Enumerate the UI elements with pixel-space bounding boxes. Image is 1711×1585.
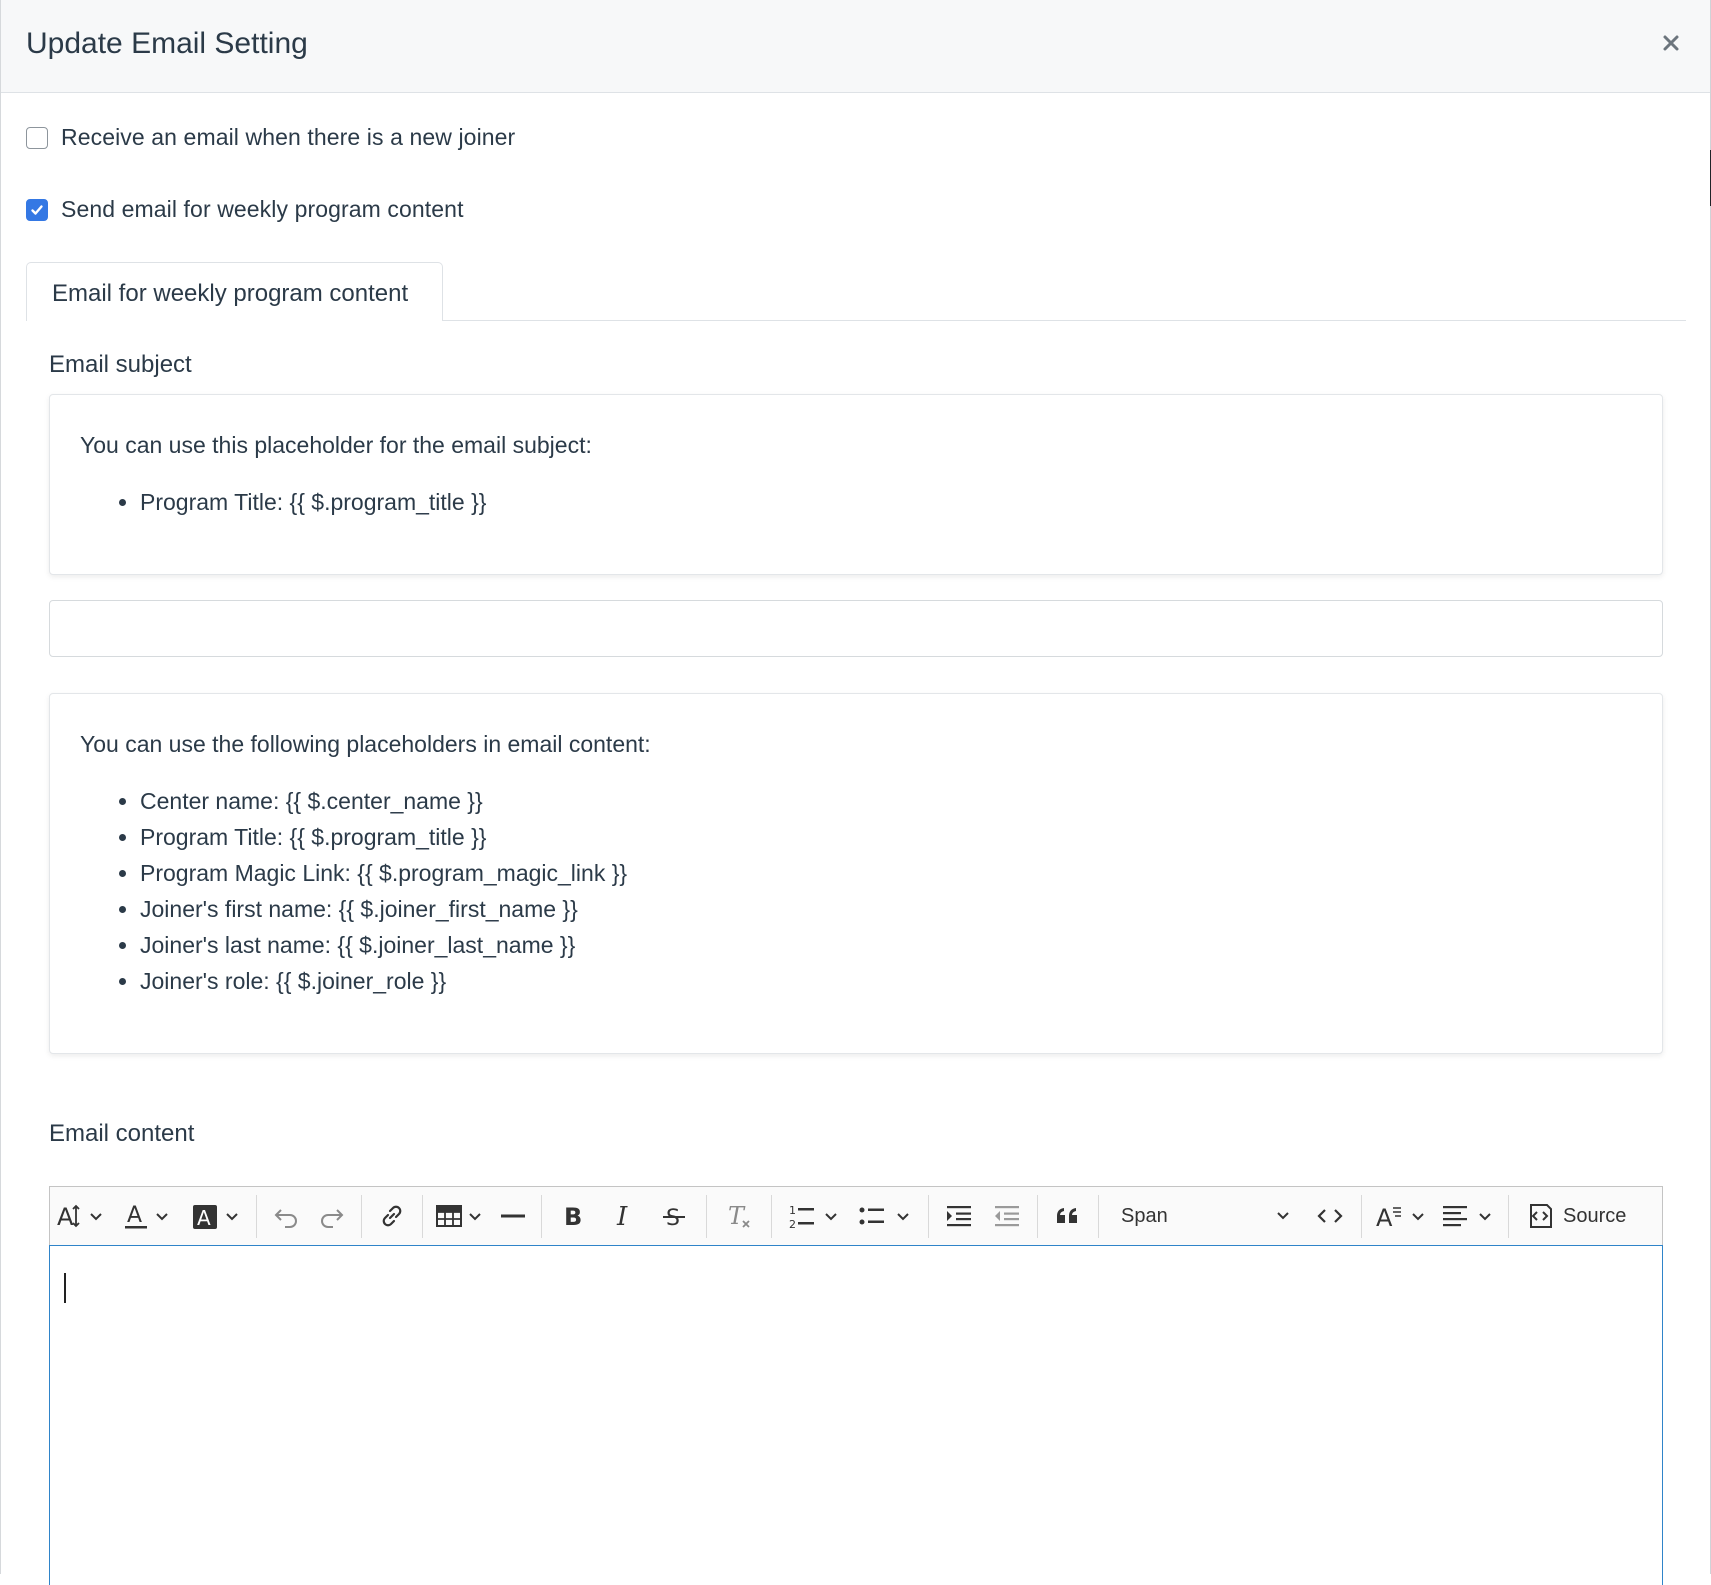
weekly-content-setting[interactable]: Send email for weekly program content bbox=[26, 196, 464, 223]
modal-title: Update Email Setting bbox=[26, 27, 308, 60]
indent-button[interactable] bbox=[935, 1187, 983, 1245]
link-button[interactable] bbox=[368, 1187, 416, 1245]
update-email-setting-modal: Update Email Setting Receive an email wh… bbox=[0, 0, 1710, 1585]
font-size-dropdown[interactable]: A bbox=[50, 1187, 110, 1245]
source-icon bbox=[1530, 1204, 1552, 1228]
editor-toolbar: A A A B I S T 1 2 Span A Source bbox=[49, 1186, 1663, 1245]
toolbar-separator bbox=[256, 1194, 257, 1238]
close-button[interactable] bbox=[1656, 28, 1686, 58]
weekly-content-checkbox[interactable] bbox=[26, 198, 48, 221]
content-placeholder-list: Center name: {{ $.center_name }} Program… bbox=[80, 783, 627, 999]
list-item: Program Title: {{ $.program_title }} bbox=[140, 819, 627, 855]
outdent-icon bbox=[995, 1206, 1019, 1227]
bulleted-list-icon bbox=[859, 1207, 909, 1225]
code-icon bbox=[1317, 1209, 1343, 1223]
alignment-dropdown[interactable] bbox=[1434, 1187, 1502, 1245]
tab-label: Email for weekly program content bbox=[52, 280, 409, 307]
toolbar-separator bbox=[1037, 1194, 1038, 1238]
tab-weekly-content[interactable]: Email for weekly program content bbox=[26, 262, 443, 321]
indent-icon bbox=[947, 1206, 971, 1227]
subject-placeholder-list: Program Title: {{ $.program_title }} bbox=[80, 484, 486, 520]
toolbar-separator bbox=[422, 1194, 423, 1238]
horizontal-line-button[interactable] bbox=[491, 1187, 535, 1245]
text-caret bbox=[64, 1273, 66, 1303]
svg-text:B: B bbox=[564, 1203, 582, 1231]
outdent-button[interactable] bbox=[983, 1187, 1031, 1245]
table-icon bbox=[436, 1205, 481, 1227]
modal-header: Update Email Setting bbox=[1, 0, 1710, 93]
chevron-down-icon bbox=[1277, 1212, 1289, 1220]
horizontal-line-icon bbox=[501, 1214, 525, 1218]
list-item: Program Title: {{ $.program_title }} bbox=[140, 484, 486, 520]
subject-placeholder-help: You can use this placeholder for the ema… bbox=[49, 394, 1663, 575]
content-placeholder-help: You can use the following placeholders i… bbox=[49, 693, 1663, 1054]
link-icon bbox=[382, 1205, 402, 1227]
redo-icon bbox=[321, 1209, 344, 1228]
code-button[interactable] bbox=[1305, 1187, 1355, 1245]
toolbar-separator bbox=[1098, 1194, 1099, 1238]
email-subject-label: Email subject bbox=[49, 351, 192, 378]
block-quote-icon bbox=[1057, 1208, 1077, 1223]
undo-icon bbox=[274, 1209, 297, 1228]
close-icon bbox=[1663, 35, 1679, 51]
svg-text:A: A bbox=[127, 1203, 142, 1228]
email-content-editor[interactable] bbox=[49, 1245, 1663, 1585]
font-background-color-dropdown[interactable]: A bbox=[180, 1187, 250, 1245]
svg-text:A: A bbox=[197, 1206, 211, 1230]
toolbar-separator bbox=[706, 1194, 707, 1238]
svg-text:A: A bbox=[1376, 1204, 1393, 1231]
subject-help-intro: You can use this placeholder for the ema… bbox=[80, 432, 592, 458]
list-item: Center name: {{ $.center_name }} bbox=[140, 783, 627, 819]
toolbar-separator bbox=[541, 1194, 542, 1238]
content-help-intro: You can use the following placeholders i… bbox=[80, 731, 651, 757]
remove-format-button[interactable]: T bbox=[713, 1187, 765, 1245]
font-size-icon: A bbox=[57, 1203, 102, 1231]
insert-table-dropdown[interactable] bbox=[429, 1187, 491, 1245]
block-quote-button[interactable] bbox=[1044, 1187, 1092, 1245]
undo-button[interactable] bbox=[263, 1187, 309, 1245]
toolbar-separator bbox=[771, 1194, 772, 1238]
list-item: Joiner's role: {{ $.joiner_role }} bbox=[140, 963, 627, 999]
email-subject-input[interactable] bbox=[49, 600, 1663, 657]
svg-text:S: S bbox=[666, 1206, 680, 1231]
bold-button[interactable]: B bbox=[548, 1187, 598, 1245]
font-color-icon: A bbox=[125, 1203, 168, 1229]
weekly-content-label: Send email for weekly program content bbox=[61, 196, 464, 222]
remove-format-icon: T bbox=[728, 1202, 750, 1230]
font-family-dropdown[interactable]: A bbox=[1368, 1187, 1434, 1245]
numbered-list-icon: 1 2 bbox=[789, 1204, 837, 1231]
bulleted-list-dropdown[interactable] bbox=[848, 1187, 922, 1245]
new-joiner-setting[interactable]: Receive an email when there is a new joi… bbox=[26, 124, 515, 151]
style-select-value: Span bbox=[1121, 1204, 1168, 1227]
list-item: Joiner's last name: {{ $.joiner_last_nam… bbox=[140, 927, 627, 963]
svg-text:2: 2 bbox=[789, 1218, 796, 1231]
italic-button[interactable]: I bbox=[598, 1187, 648, 1245]
font-background-color-icon: A bbox=[193, 1205, 238, 1230]
list-item: Program Magic Link: {{ $.program_magic_l… bbox=[140, 855, 627, 891]
new-joiner-checkbox[interactable] bbox=[26, 126, 48, 149]
toolbar-separator bbox=[1508, 1194, 1509, 1238]
toolbar-separator bbox=[928, 1194, 929, 1238]
strikethrough-icon: S bbox=[663, 1206, 685, 1231]
svg-text:A: A bbox=[57, 1203, 74, 1231]
svg-text:I: I bbox=[616, 1202, 628, 1231]
list-item: Joiner's first name: {{ $.joiner_first_n… bbox=[140, 891, 627, 927]
font-family-icon: A bbox=[1376, 1204, 1424, 1231]
bold-icon: B bbox=[564, 1203, 582, 1231]
toolbar-separator bbox=[361, 1194, 362, 1238]
email-content-label: Email content bbox=[49, 1120, 195, 1147]
new-joiner-label: Receive an email when there is a new joi… bbox=[61, 124, 516, 150]
numbered-list-dropdown[interactable]: 1 2 bbox=[778, 1187, 848, 1245]
toolbar-separator bbox=[1361, 1194, 1362, 1238]
italic-icon: I bbox=[616, 1202, 628, 1231]
redo-button[interactable] bbox=[309, 1187, 355, 1245]
source-label: Source bbox=[1563, 1204, 1627, 1227]
strikethrough-button[interactable]: S bbox=[648, 1187, 700, 1245]
alignment-icon bbox=[1443, 1206, 1491, 1227]
checkmark-icon bbox=[31, 204, 43, 215]
font-color-dropdown[interactable]: A bbox=[110, 1187, 180, 1245]
svg-text:1: 1 bbox=[789, 1204, 796, 1217]
style-select[interactable]: Span bbox=[1105, 1187, 1305, 1245]
source-button[interactable]: Source bbox=[1515, 1187, 1638, 1245]
